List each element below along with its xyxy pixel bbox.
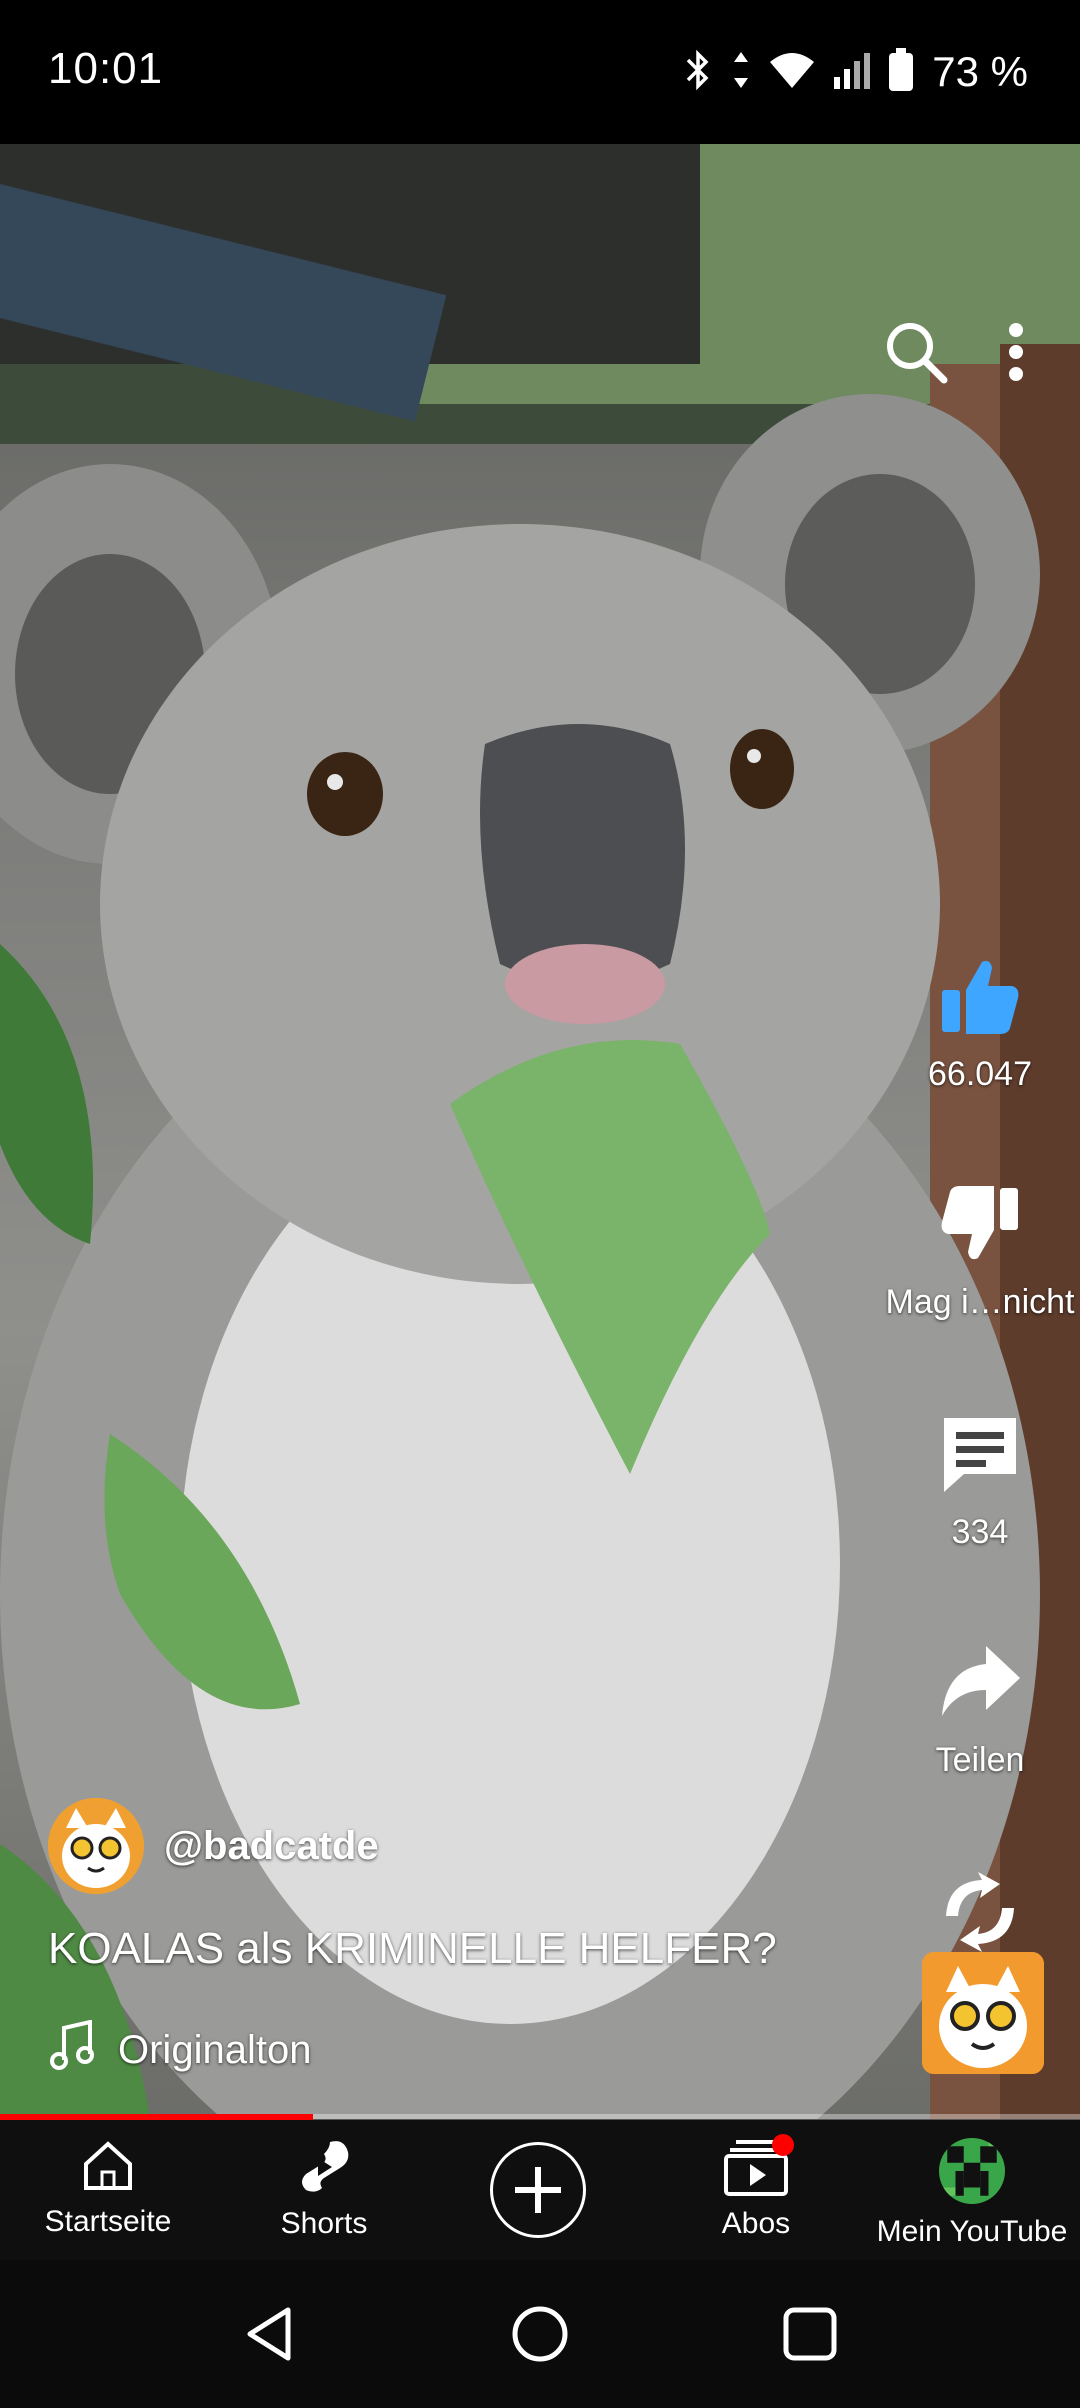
profile-avatar — [939, 2138, 1005, 2204]
comment-icon — [938, 1418, 1022, 1500]
share-label: Teilen — [935, 1741, 1025, 1779]
like-count: 66.047 — [928, 1055, 1032, 1093]
nav-home-label: Startseite — [44, 2205, 172, 2238]
nav-you-label: Mein YouTube — [876, 2215, 1068, 2248]
recents-icon[interactable] — [780, 2304, 840, 2369]
comments-button[interactable]: 334 — [880, 1412, 1080, 1552]
wifi-icon — [768, 50, 816, 95]
notification-dot — [772, 2134, 794, 2156]
dislike-button[interactable]: Mag i…nicht — [880, 1182, 1080, 1322]
nav-shorts-label: Shorts — [280, 2207, 368, 2240]
comment-count: 334 — [951, 1513, 1009, 1551]
back-icon[interactable] — [240, 2304, 300, 2369]
status-bar: 10:01 73 % — [0, 0, 1080, 144]
dislike-label: Mag i…nicht — [885, 1283, 1075, 1321]
bottom-navigation: Startseite Shorts Abos Mein YouTube — [0, 2120, 1080, 2260]
nav-subscriptions[interactable]: Abos — [704, 2134, 808, 2241]
shorts-icon — [296, 2141, 352, 2200]
battery-percent: 73 % — [932, 48, 1028, 95]
home-circle-icon[interactable] — [510, 2304, 570, 2369]
battery-icon — [888, 47, 914, 97]
nav-you[interactable]: Mein YouTube — [872, 2138, 1072, 2249]
video-player[interactable]: 66.047 Mag i…nicht 334 Teilen Remix — [0, 144, 1080, 2119]
sound-label: Originalton — [118, 2027, 312, 2072]
more-options-icon[interactable] — [1008, 322, 1024, 387]
subscriptions-icon — [724, 2134, 794, 2201]
create-button[interactable] — [490, 2142, 586, 2238]
music-note-icon — [50, 2019, 94, 2080]
bluetooth-icon — [684, 48, 714, 97]
channel-avatar[interactable] — [48, 1798, 144, 1894]
thumbs-up-icon — [938, 960, 1022, 1042]
channel-name[interactable]: @badcatde — [164, 1824, 379, 1869]
sound-thumbnail[interactable] — [922, 1952, 1044, 2074]
data-arrows-icon — [732, 50, 750, 95]
top-actions — [884, 320, 1024, 389]
share-button[interactable]: Teilen — [880, 1640, 1080, 1780]
share-icon — [938, 1646, 1022, 1728]
search-icon[interactable] — [884, 320, 948, 389]
like-button[interactable]: 66.047 — [880, 954, 1080, 1094]
plus-icon — [513, 2165, 563, 2220]
video-title[interactable]: KOALAS als KRIMINELLE HELFER? — [48, 1924, 777, 1974]
status-icons: 73 % — [684, 44, 1028, 100]
home-icon — [80, 2141, 136, 2198]
signal-icon — [834, 51, 871, 94]
nav-subscriptions-label: Abos — [721, 2207, 791, 2240]
status-time: 10:01 — [48, 44, 164, 93]
channel-info[interactable]: @badcatde — [48, 1798, 379, 1894]
nav-home[interactable]: Startseite — [40, 2138, 176, 2239]
nav-shorts[interactable]: Shorts — [272, 2138, 376, 2241]
system-navigation — [0, 2260, 1080, 2408]
thumbs-down-icon — [938, 1186, 1022, 1270]
sound-info[interactable]: Originalton — [50, 2019, 312, 2080]
